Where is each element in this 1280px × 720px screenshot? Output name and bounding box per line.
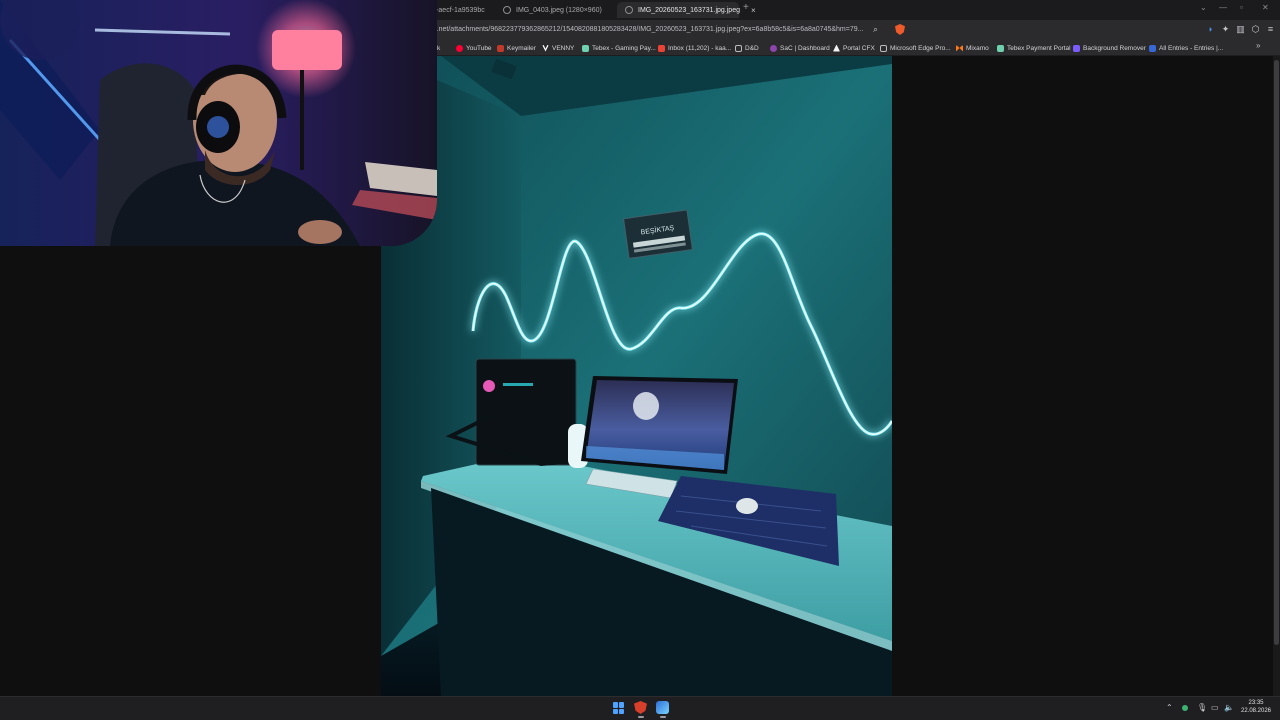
extensions-icon[interactable]: ✦ (1220, 24, 1231, 35)
globe-icon (503, 6, 511, 14)
headphone-led (207, 116, 229, 138)
tab-3-active[interactable]: IMG_20260523_163731.jpg.jpeg × (617, 2, 756, 18)
tab-label: IMG_0403.jpeg (1280×960) (516, 6, 602, 14)
bookmark-folder-dnd[interactable]: D&D (735, 42, 759, 54)
cfx-icon (833, 44, 840, 52)
folder-icon (880, 44, 887, 52)
bookmark-mixamo[interactable]: Mixamo (956, 42, 989, 54)
brave-running-indicator (638, 716, 644, 718)
mic-icon[interactable]: 🎙 (1197, 703, 1207, 712)
system-clock[interactable]: 23:35 22.08.2026 (1239, 699, 1273, 715)
chevron-up-icon[interactable]: ⌃ (1166, 703, 1173, 712)
bookmark-label: SaC | Dashboard (780, 44, 830, 52)
bookmark-label: YouTube (466, 44, 492, 52)
bookmark-label: All Entries - Entries |... (1159, 44, 1224, 52)
youtube-icon (456, 44, 463, 52)
tebex-icon (997, 44, 1004, 52)
shield-icon[interactable]: ◗ (1205, 24, 1216, 35)
bookmark-tebex-gaming[interactable]: Tebex - Gaming Pay... (582, 42, 656, 54)
bookmark-sac-dashboard[interactable]: SaC | Dashboard (770, 42, 830, 54)
close-window-button[interactable]: ✕ (1262, 3, 1269, 12)
tab-close-icon[interactable]: × (751, 6, 756, 15)
bookmark-venny[interactable]: VENNY (542, 42, 574, 54)
bookmark-label: Tebex - Gaming Pay... (592, 44, 656, 52)
bookmark-tebex-payment[interactable]: Tebex Payment Portal (997, 42, 1071, 54)
globe-icon (625, 6, 633, 14)
menu-icon[interactable]: ≡ (1265, 24, 1276, 35)
webcam-overlay (0, 0, 437, 246)
tab-2[interactable]: IMG_0403.jpeg (1280×960) (495, 2, 613, 18)
folder-icon (735, 44, 742, 52)
viewed-image[interactable]: BEŞİKTAŞ (381, 56, 892, 696)
bookmark-label: Microsoft Edge Pro... (890, 44, 951, 52)
volume-icon[interactable]: 🔈 (1224, 703, 1234, 712)
tebex-icon (582, 44, 589, 52)
windows-start-icon[interactable] (613, 702, 625, 714)
bookmark-all-entries[interactable]: All Entries - Entries |... (1149, 42, 1223, 54)
bookmark-label: Inbox (11,202) - kaa... (668, 44, 732, 52)
mixamo-icon (956, 44, 963, 52)
zoom-icon[interactable]: ⌕ (873, 24, 883, 34)
entries-icon (1149, 44, 1156, 52)
bookmarks-overflow-button[interactable]: » (1256, 41, 1260, 50)
new-tab-button[interactable]: + (743, 2, 749, 13)
streamer-hand (298, 220, 342, 244)
streamer-cam (0, 0, 437, 246)
bookmark-gmail[interactable]: Inbox (11,202) - kaa... (658, 42, 731, 54)
scrollbar-thumb[interactable] (1274, 60, 1279, 645)
clock-time: 23:35 (1248, 700, 1264, 706)
wallet-icon[interactable]: ⬡ (1250, 24, 1261, 35)
app-running-indicator (660, 716, 666, 718)
bookmark-label: VENNY (552, 44, 575, 52)
bookmark-label: Background Remover (1083, 44, 1146, 52)
maximize-button[interactable]: ▫ (1240, 3, 1243, 12)
clock-date: 22.08.2026 (1240, 708, 1272, 714)
sidebar-icon[interactable]: ▥ (1235, 24, 1246, 35)
bookmark-label: Keymailer (507, 44, 536, 52)
pc-fan-glow (483, 380, 495, 392)
bg-remover-icon (1073, 44, 1080, 52)
screen: St -cdec-4fe1-aecf-1a9539bc IMG_0403.jpe… (0, 0, 1280, 720)
bookmark-youtube[interactable]: YouTube (456, 42, 492, 54)
bookmark-folder-edge[interactable]: Microsoft Edge Pro... (880, 42, 951, 54)
bookmark-label: Tebex Payment Portal (1007, 44, 1071, 52)
bookmark-label: Portal CFX (843, 44, 875, 52)
bookmark-keymailer[interactable]: Keymailer (497, 42, 536, 54)
lamp-shade (272, 30, 342, 70)
bookmark-label: Mixamo (966, 44, 989, 52)
mouse (736, 498, 758, 514)
status-dot[interactable] (1182, 705, 1188, 711)
display-icon[interactable]: ▭ (1211, 703, 1219, 712)
minimize-button[interactable]: — (1219, 3, 1227, 12)
wall-sign: BEŞİKTAŞ (622, 209, 694, 259)
desk-setup-photo: BEŞİKTAŞ (381, 56, 892, 696)
bookmark-bg-remover[interactable]: Background Remover (1073, 42, 1146, 54)
tab-label: IMG_20260523_163731.jpg.jpeg (638, 6, 740, 14)
keymailer-icon (497, 44, 504, 52)
bookmark-portal-cfx[interactable]: Portal CFX (833, 42, 875, 54)
app-taskbar-icon[interactable] (656, 701, 669, 714)
pc-light-bar (503, 383, 533, 386)
sac-icon (770, 44, 777, 52)
bookmark-label: D&D (745, 44, 759, 52)
lamp-pole (300, 70, 304, 170)
tab-search-icon[interactable]: ⌄ (1200, 3, 1207, 12)
venny-icon (542, 44, 549, 52)
gmail-icon (658, 44, 665, 52)
address-bar[interactable]: app.net/attachments/968223779362865212/1… (425, 23, 887, 37)
wallpaper-figure (633, 392, 659, 420)
